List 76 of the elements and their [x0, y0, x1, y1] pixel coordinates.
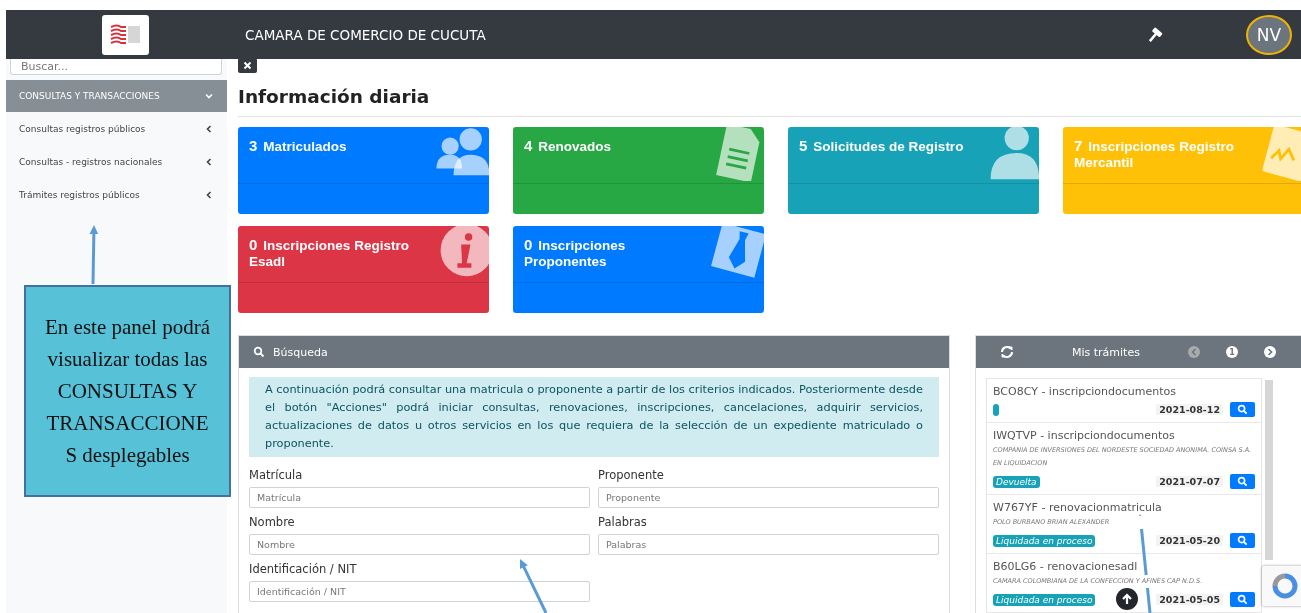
stat-label: 0 Inscripciones Registro Esadl [248, 235, 410, 270]
search-icon [1237, 476, 1248, 487]
procedure-date: 2021-07-07 [1156, 476, 1223, 487]
procedure-date: 2021-05-05 [1156, 594, 1223, 605]
refresh-icon[interactable] [1000, 346, 1014, 358]
input-field[interactable]: Palabras [598, 534, 939, 555]
scroll-top-button[interactable] [1116, 588, 1138, 610]
logo[interactable] [102, 14, 149, 55]
page-button[interactable]: 1 [1225, 346, 1238, 358]
search-icon [1237, 404, 1248, 415]
search-field[interactable]: Buscar... [10, 59, 222, 75]
stat-label: 5 Solicitudes de Registro [798, 136, 965, 155]
hammer-icon[interactable] [1146, 25, 1164, 44]
procedure-date: 2021-05-20 [1156, 535, 1223, 546]
annotation-arrow [89, 225, 99, 285]
chevron-down-icon [205, 92, 213, 100]
search-icon [253, 346, 265, 358]
chevron-left-icon [1189, 348, 1198, 356]
stat-card[interactable]: 0 Inscripciones Proponentes [513, 226, 764, 313]
chevron-right-icon [1265, 348, 1274, 356]
next-button[interactable] [1263, 346, 1276, 358]
menu-section[interactable]: CONSULTAS Y TRANSACCIONES [6, 80, 227, 112]
chevron-left-icon [205, 190, 213, 199]
search-button[interactable] [1230, 474, 1255, 489]
chevron-left-icon [205, 124, 213, 133]
procedure-title: IWQTVP - inscripciondocumentos [993, 429, 1176, 442]
field-label: Matrícula [249, 468, 304, 482]
tie-icon [708, 226, 764, 280]
field-label: Identificación / NIT [249, 562, 358, 576]
panel-title: Búsqueda [273, 345, 328, 359]
input-field[interactable]: Nombre [249, 534, 590, 555]
search-button[interactable] [1230, 402, 1255, 417]
close-button[interactable] [238, 58, 257, 73]
stat-card[interactable]: 3 Matriculados [238, 127, 489, 214]
field-label: Nombre [249, 515, 296, 529]
stat-label: 0 Inscripciones Proponentes [523, 235, 627, 270]
info-message: A continuación podrá consultar una matricula o proponente a partir de los criterios indicados. Posteriormente desde el botón "Acciones" podrá iniciar consultas, renovaciones, inscripciones, cancelaciones, adquirir servicios, actualizaciones de datos u otros servicios en los que requiera de la selección de un expediente matriculado o proponente. [249, 377, 939, 457]
previous-button[interactable] [1187, 346, 1200, 358]
menu-item[interactable]: Consultas registros públicos [6, 112, 227, 145]
procedure-title: W767YF - renovacionmatricula [993, 501, 1163, 514]
stat-label: 3 Matriculados [248, 136, 348, 155]
input-field[interactable]: Identificación / NIT [249, 581, 590, 602]
logo-icon [109, 23, 142, 46]
field-label: Palabras [598, 515, 648, 529]
stat-card[interactable]: 4 Renovados [513, 127, 764, 214]
user-avatar[interactable]: NV [1246, 14, 1292, 55]
annotation-callout: En este panel podrá visualizar todas las CONSULTAS Y TRANSACCIONES desplegables [24, 285, 231, 497]
status-label: Liquidada en proceso [993, 593, 1096, 606]
stat-label: 4 Renovados [523, 136, 613, 155]
arrow-up-icon [1121, 593, 1133, 605]
annotation-arrow [520, 559, 548, 613]
menu-item[interactable]: Consultas - registros nacionales [6, 145, 227, 178]
app-title: CAMARA DE COMERCIO DE CUCUTA [245, 26, 487, 43]
search-icon [1237, 535, 1248, 546]
panel-title: Mis trámites [1072, 345, 1140, 359]
field-label: Proponente [598, 468, 665, 482]
procedure-title: B60LG6 - renovacionesadl [993, 560, 1139, 573]
close-icon [243, 61, 252, 70]
procedure-title: BCO8CY - inscripciondocumentos [993, 385, 1177, 398]
search-button[interactable] [1230, 592, 1255, 607]
input-field[interactable]: Matrícula [249, 487, 590, 508]
recaptcha-badge[interactable] [1262, 566, 1301, 606]
menu-item[interactable]: Trámites registros públicos [6, 178, 227, 211]
search-button[interactable] [1230, 533, 1255, 548]
procedure-date: 2021-08-12 [1156, 404, 1223, 415]
status-label: Liquidada en proceso [993, 534, 1096, 547]
stat-label: 7 Inscripciones Registro Mercantil [1073, 136, 1235, 171]
recaptcha-icon [1271, 573, 1298, 599]
search-icon [1237, 594, 1248, 605]
stat-card[interactable]: 5 Solicitudes de Registro [788, 127, 1039, 214]
scrollbar[interactable] [1265, 380, 1273, 560]
chevron-left-icon [205, 157, 213, 166]
page-title: Información diaria [238, 85, 431, 109]
input-field[interactable]: Proponente [598, 487, 939, 508]
status-label: Devuelta [993, 475, 1040, 488]
stat-card[interactable]: 0 Inscripciones Registro Esadl [238, 226, 489, 313]
